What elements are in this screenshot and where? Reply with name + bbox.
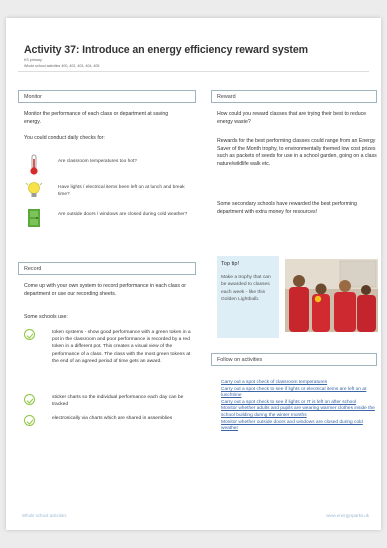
record-intro: Come up with your own system to record p… (24, 283, 187, 297)
check-item-lights: Have lights / electrical items been left… (24, 180, 185, 202)
activity-page: Activity 37: Introduce an energy efficie… (6, 18, 381, 530)
record-heading-box: Record (18, 262, 196, 275)
record-item-tokens: token systems - show good performance wi… (24, 329, 194, 391)
follow-on-links: Carry out a spot check of classroom temp… (221, 380, 381, 433)
key-stage-label: KS primary (24, 58, 42, 62)
check-item-temperature: Are classroom temperatures too hot? (24, 154, 184, 176)
golden-lightbulb-photo (285, 259, 378, 332)
record-text-electronic: electronically via charts which are shar… (52, 416, 173, 421)
record-item-stickers: sticker charts so the individual perform… (24, 394, 194, 410)
page-title: Activity 37: Introduce an energy efficie… (24, 44, 308, 56)
activity-references: Whole school activities 400, 402, 403, 4… (24, 64, 100, 68)
record-item-electronic: electronically via charts which are shar… (24, 415, 194, 431)
top-tip-box: Top tip! Make a trophy that can be award… (217, 256, 279, 338)
reward-heading-box: Reward (211, 90, 377, 103)
follow-on-link-doors-windows[interactable]: Monitor whether outside doors and window… (221, 420, 381, 433)
monitor-intro: Monitor the performance of each class or… (24, 111, 169, 125)
reward-heading: Reward (217, 93, 236, 100)
record-heading: Record (24, 265, 42, 272)
monitor-heading-box: Monitor (18, 90, 196, 103)
reward-secondary-text: Some secondary schools have rewarded the… (217, 201, 357, 215)
check-text-temperature: Are classroom temperatures too hot? (58, 159, 137, 164)
reward-question: How could you reward classes that are tr… (217, 111, 367, 125)
reward-prizes-text: Rewards for the best performing classes … (217, 138, 377, 167)
check-text-doors: Are outside doors / windows are closed d… (58, 212, 188, 217)
door-icon (28, 209, 40, 227)
follow-on-link-temperatures[interactable]: Carry out a spot check of classroom temp… (221, 380, 381, 387)
follow-on-link-lunchtime[interactable]: Carry out a spot check to see if lights … (221, 387, 381, 400)
thermometer-icon (30, 154, 38, 175)
check-text-lights: Have lights / electrical items been left… (58, 185, 185, 197)
header-divider (18, 71, 369, 72)
checkmark-icon (24, 329, 35, 340)
footer-website[interactable]: www.energysparks.uk (326, 513, 369, 518)
footer-section-label: Whole school activities (22, 513, 67, 518)
follow-on-link-warm-clothes[interactable]: Monitor whether adults and pupils are we… (221, 406, 381, 419)
follow-on-heading-box: Follow on activities (211, 353, 377, 366)
checkmark-icon (24, 415, 35, 426)
top-tip-heading: Top tip! (221, 261, 240, 267)
checkmark-icon (24, 394, 35, 405)
checks-intro: You could conduct daily checks for: (24, 135, 105, 141)
lightbulb-icon (25, 182, 43, 197)
monitor-heading: Monitor (24, 93, 42, 100)
record-text-tokens: token systems - show good performance wi… (52, 330, 191, 364)
check-item-doors: Are outside doors / windows are closed d… (24, 207, 187, 229)
record-text-stickers: sticker charts so the individual perform… (52, 395, 184, 408)
uses-intro: Some schools use: (24, 314, 68, 320)
follow-on-heading: Follow on activities (217, 356, 263, 363)
top-tip-text: Make a trophy that can be awarded to cla… (221, 275, 271, 303)
